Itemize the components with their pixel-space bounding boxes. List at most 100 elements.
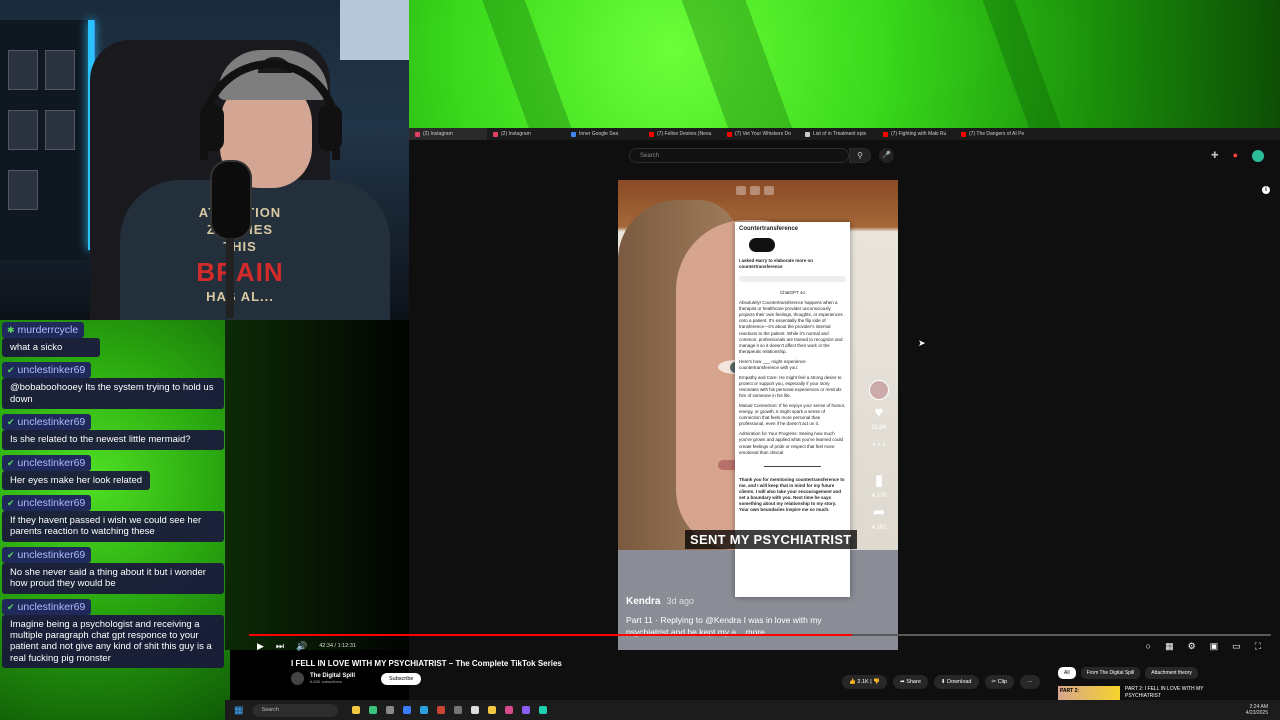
check-icon: ✔ (7, 549, 15, 560)
recommendation-chips: All From The Digital Spill Attachment th… (1058, 667, 1198, 679)
fullscreen-icon[interactable]: ⛶ (1255, 641, 1261, 652)
system-tray[interactable]: 2:24 AM 4/23/2025 (1246, 704, 1268, 716)
player-controls: ▶ ⏭ 🔊 42:34 / 1:12:31 ○ ▦ ⚙ ▣ ▭ ⛶ (249, 638, 1271, 654)
instagram-icon (493, 131, 498, 137)
captions-icon[interactable]: ▦ (1165, 641, 1174, 652)
video-player[interactable]: Countertransference I asked Harry to ela… (618, 180, 898, 650)
recommended-thumbnail[interactable]: PART 2: (1058, 686, 1120, 700)
more-button[interactable]: ··· (1020, 675, 1040, 689)
chat-message: ✱ murderrcycle what a sicko (2, 320, 224, 358)
phone-status-bar (739, 276, 846, 283)
like-count: 11.8K (871, 425, 887, 431)
browser-tab[interactable]: Inner Google Sea (565, 128, 643, 140)
phone-text: Empathy and Care: He might feel a strong… (739, 374, 842, 399)
next-icon[interactable]: ⏭ (276, 641, 284, 652)
taskbar-search[interactable]: Search (253, 703, 339, 717)
chat-message: ✔ unclestinker69 Is she related to the ne… (2, 412, 224, 450)
settings-icon[interactable]: ⚙ (1188, 641, 1196, 652)
channel-avatar[interactable] (291, 672, 304, 685)
chat-text: what a sicko (2, 338, 100, 358)
check-icon: ✔ (7, 365, 15, 376)
windows-icon[interactable]: ▦ (234, 705, 243, 716)
browser-tab[interactable]: (7) Feline Desires (Neou (643, 128, 721, 140)
browser-tab[interactable]: (7) The Dangers of AI Pe (955, 128, 1033, 140)
progress-bar[interactable] (249, 634, 1271, 636)
chip-from-channel[interactable]: From The Digital Spill (1080, 667, 1141, 679)
folder-icon[interactable] (352, 706, 361, 714)
info-icon[interactable]: i (1262, 186, 1270, 194)
clip-button[interactable]: ✂ Clip (984, 675, 1015, 689)
heart-icon: ♥ (874, 404, 884, 421)
like-button[interactable]: 👍 2.1K | 👎 (842, 675, 888, 689)
chat-username[interactable]: ✔ unclestinker69 (2, 546, 92, 563)
youtube-icon (727, 131, 732, 137)
chat-text: If they havent passed i wish we could se… (2, 510, 224, 542)
browser-tab[interactable]: (2) Instagram (487, 128, 565, 140)
app-icon[interactable] (505, 706, 514, 714)
chat-text: Her eyes make her look related (2, 470, 150, 490)
app-icon[interactable] (454, 706, 463, 714)
chat-username[interactable]: ✔ unclestinker69 (2, 598, 92, 615)
comment-icon: ⋯ (871, 436, 887, 453)
chat-message: ✔ unclestinker69 Imagine being a psycholo… (2, 597, 224, 669)
recommended-title[interactable]: PART 2: I FELL IN LOVE WITH MY PSYCHIATR… (1125, 686, 1220, 699)
webcam-shelf (0, 20, 95, 260)
subscribe-button[interactable]: Subscribe (381, 672, 422, 685)
app-icon[interactable] (471, 706, 480, 714)
chat-username[interactable]: ✱ murderrcycle (2, 322, 85, 338)
stream-overlay-divider (225, 320, 409, 650)
miniplayer-icon[interactable]: ▣ (1210, 641, 1219, 652)
app-icon[interactable] (488, 706, 497, 714)
youtube-icon (649, 131, 654, 137)
check-icon: ✔ (7, 497, 15, 508)
chat-text: No she never said a thing about it but i… (2, 562, 224, 594)
phone-text: Here's how ___ might experience countert… (739, 358, 806, 370)
search-input[interactable]: Search (629, 148, 849, 163)
chrome-icon[interactable] (369, 706, 378, 714)
chip-all[interactable]: All (1058, 667, 1076, 679)
phone-divider (764, 465, 821, 467)
app-icon[interactable] (539, 706, 548, 714)
share-count: 4,161 (871, 525, 887, 531)
taskbar: ▦ Search 2:24 AM 4/23/2025 (225, 700, 1280, 720)
browser-tab[interactable]: (7) Fighting with Maki Ru (877, 128, 955, 140)
recommended-video[interactable]: PART 2: PART 2: I FELL IN LOVE WITH MY P… (1058, 686, 1220, 700)
chip-attachment-theory[interactable]: Attachment theory (1145, 667, 1198, 679)
browser-tab[interactable]: (2) Instagram (409, 128, 487, 140)
download-button[interactable]: ⬇ Download (933, 675, 979, 689)
share-icon: ➦ (872, 504, 886, 521)
header-icons: ✚ ● (1211, 150, 1264, 162)
bell-icon[interactable]: ● (1233, 150, 1238, 162)
mic-icon[interactable]: 🎤 (879, 148, 894, 163)
shirt-line-4: HAS AL... (206, 289, 274, 305)
volume-icon[interactable]: 🔊 (296, 641, 307, 652)
chat-username[interactable]: ✔ unclestinker69 (2, 494, 92, 511)
redacted-blob (749, 238, 775, 252)
app-icon[interactable] (403, 706, 412, 714)
search-icon[interactable]: ⚲ (849, 148, 871, 163)
app-icon[interactable] (437, 706, 446, 714)
youtube-icon (883, 131, 888, 137)
theater-icon[interactable]: ▭ (1232, 641, 1241, 652)
chat-username[interactable]: ✔ unclestinker69 (2, 414, 92, 431)
app-icon[interactable] (386, 706, 395, 714)
badge-icon: ✱ (7, 325, 15, 335)
headphone-earcup-left (200, 105, 224, 151)
play-icon[interactable]: ▶ (257, 641, 264, 652)
chat-username[interactable]: ✔ unclestinker69 (2, 454, 92, 471)
channel-info: The Digital Spill 6.63K subscribers Subs… (291, 672, 422, 685)
microphone-arm (226, 238, 234, 318)
share-button[interactable]: ➦ Share (893, 675, 928, 689)
app-icon[interactable] (420, 706, 429, 714)
create-icon[interactable]: ✚ (1211, 150, 1219, 162)
browser-tab[interactable]: List of in Treatment epis (799, 128, 877, 140)
video-side-actions: ♥ 11.8K ⋯ ▮ 4,176 ➦ 4,161 (864, 380, 894, 531)
phone-text: I asked Harry to elaborate more on count… (739, 258, 814, 270)
avatar[interactable] (1252, 150, 1264, 162)
app-icon[interactable] (522, 706, 531, 714)
chat-username[interactable]: ✔ unclestinker69 (2, 362, 92, 379)
player-right-controls: ○ ▦ ⚙ ▣ ▭ ⛶ (1146, 641, 1271, 652)
browser-tab[interactable]: (7) Vet Your Whiskers Do (721, 128, 799, 140)
chat-message: ✔ unclestinker69 @bobaboohooey Its the sy… (2, 360, 224, 410)
autoplay-toggle[interactable]: ○ (1146, 641, 1151, 652)
